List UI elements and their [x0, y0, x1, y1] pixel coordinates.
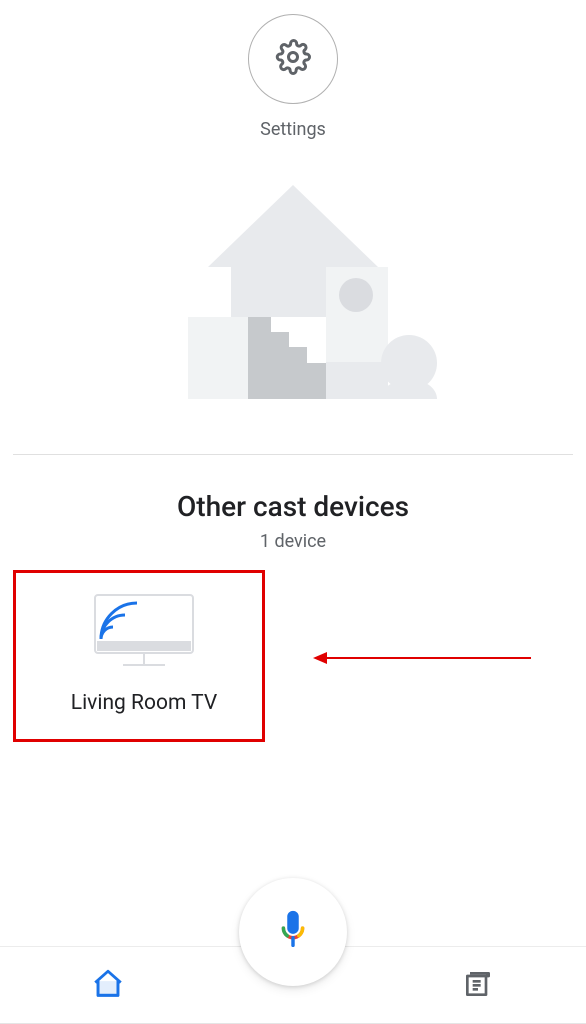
voice-assistant-button[interactable] — [239, 878, 347, 986]
home-illustration — [0, 185, 586, 399]
home-icon — [91, 967, 125, 1005]
divider — [13, 454, 573, 455]
device-label: Living Room TV — [71, 691, 217, 715]
section-title: Other cast devices — [0, 490, 586, 523]
nav-feed-button[interactable] — [458, 966, 498, 1006]
settings-button[interactable] — [248, 14, 338, 104]
section-subtitle: 1 device — [0, 531, 586, 552]
nav-home-button[interactable] — [88, 966, 128, 1006]
device-card-living-room-tv[interactable]: Living Room TV — [20, 570, 268, 736]
cast-tv-icon — [89, 591, 199, 673]
feed-icon — [462, 968, 494, 1004]
gear-icon — [275, 39, 311, 79]
microphone-icon — [270, 907, 316, 957]
settings-label: Settings — [260, 119, 326, 140]
